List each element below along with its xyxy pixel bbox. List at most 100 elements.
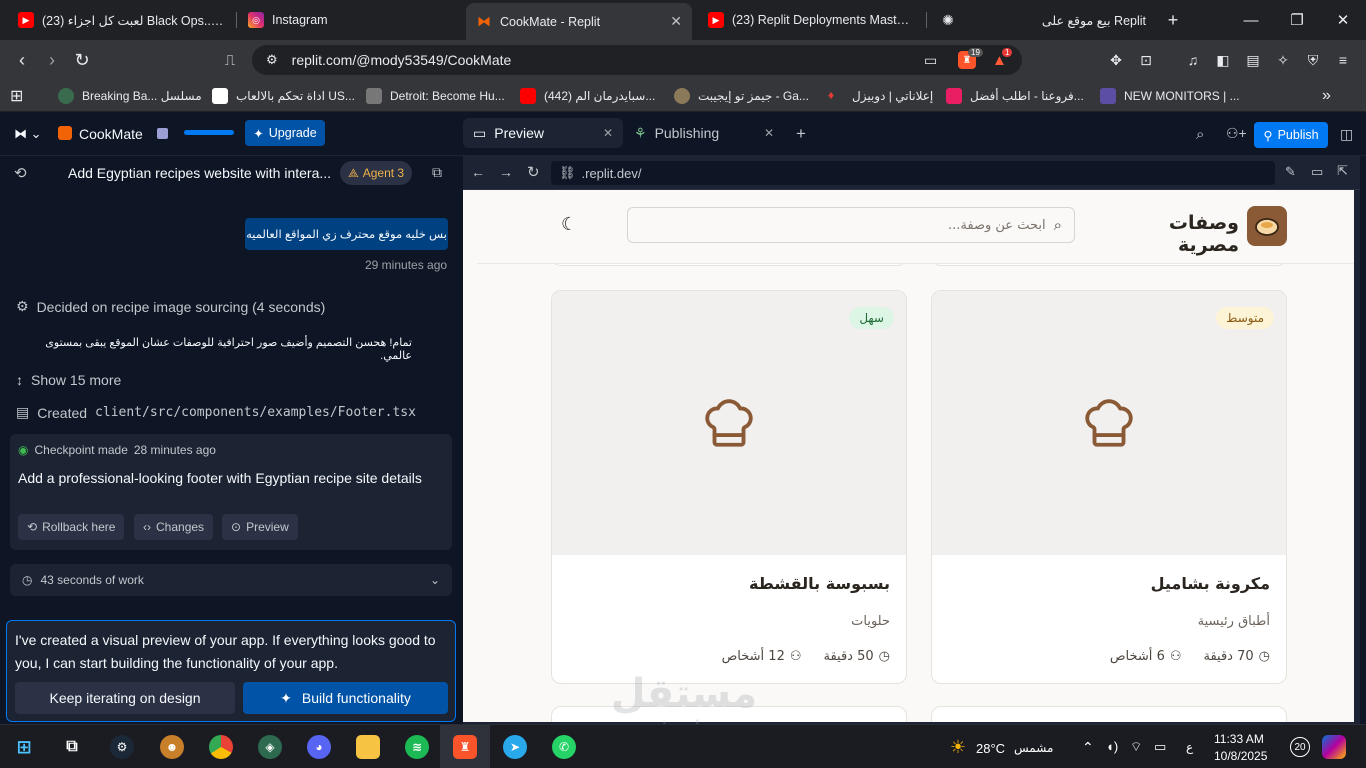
site-logo[interactable] <box>1247 206 1287 246</box>
preview-url-field[interactable]: ⛓ .replit.dev/ <box>551 161 1275 185</box>
browser-tab[interactable]: ✺ بيع موقع على Replit <box>930 5 1156 35</box>
chrome-icon[interactable] <box>209 735 233 759</box>
battery-icon[interactable]: ▭ <box>1154 739 1166 755</box>
rollback-button[interactable]: ⟲ Rollback here <box>18 514 125 540</box>
weather-desc[interactable]: مشمس <box>1014 741 1053 755</box>
clock-date[interactable]: 10/8/2025 <box>1214 749 1267 763</box>
leo-ai-icon[interactable]: ✧ <box>1273 50 1293 70</box>
search-icon[interactable]: ⌕ <box>1196 126 1204 143</box>
bookmark-item[interactable]: ♦ إعلاناتي | دوبيزل <box>828 86 933 106</box>
invite-user-icon[interactable]: ⚇+ <box>1226 125 1247 142</box>
input-language[interactable]: ع <box>1186 740 1193 754</box>
work-summary[interactable]: ◷ 43 seconds of work ⌄ <box>10 564 452 596</box>
browser-tab[interactable]: ◎ Instagram <box>238 5 464 35</box>
reload-icon[interactable]: ↻ <box>70 48 94 72</box>
new-chat-icon[interactable]: ⧉ <box>432 164 442 181</box>
tab-publishing[interactable]: ⚘ Publishing ✕ <box>624 118 784 148</box>
vpn-icon[interactable]: ⛨ <box>1303 50 1323 70</box>
close-tab-icon[interactable]: ✕ <box>764 126 774 140</box>
url-text[interactable]: replit.com/@mody53549/CookMate <box>292 52 512 68</box>
upgrade-button[interactable]: ✦ Upgrade <box>245 120 325 146</box>
maximize-button[interactable]: ❐ <box>1274 0 1320 40</box>
preview-back-icon[interactable]: ← <box>471 164 485 180</box>
device-icon[interactable]: ▭ <box>1311 164 1323 180</box>
omnibox[interactable]: ⚙ replit.com/@mody53549/CookMate ▭ ♜ 19 … <box>252 45 1022 75</box>
replit-menu-icon[interactable]: ⧓ ⌄ <box>14 126 42 142</box>
devtools-icon[interactable]: ✎ <box>1285 164 1296 180</box>
bookmark-icon[interactable]: ⎍ <box>218 48 242 72</box>
app-icon[interactable]: ◈ <box>258 735 282 759</box>
copilot-icon[interactable] <box>1322 735 1346 759</box>
dark-mode-moon-icon[interactable]: ☾ <box>561 214 577 235</box>
preview-forward-icon[interactable]: → <box>499 164 513 180</box>
weather-sun-icon[interactable]: ☀ <box>946 735 970 759</box>
wallet-icon[interactable]: ▤ <box>1243 50 1263 70</box>
task-view-icon[interactable]: ⧉ <box>60 735 84 759</box>
tray-chevron-up-icon[interactable]: ⌃ <box>1082 739 1094 756</box>
more-bookmarks-icon[interactable]: » <box>1322 86 1331 106</box>
new-tab-button[interactable]: + <box>1156 0 1190 40</box>
browser-tab-active[interactable]: ⧓ CookMate - Replit ✕ <box>466 3 692 40</box>
apps-grid-icon[interactable]: ⊞ <box>10 86 23 106</box>
search-input[interactable] <box>665 217 1046 233</box>
project-name[interactable]: CookMate <box>79 126 143 142</box>
site-title[interactable]: وصفات مصرية <box>1115 212 1239 256</box>
weather-temp[interactable]: 28°C <box>976 741 1005 756</box>
steam-icon[interactable]: ⚙ <box>110 735 134 759</box>
file-explorer-icon[interactable] <box>356 735 380 759</box>
telegram-icon[interactable]: ➤ <box>503 735 527 759</box>
keep-iterating-button[interactable]: Keep iterating on design <box>15 682 235 714</box>
chevron-down-icon[interactable]: ⌄ <box>430 573 440 587</box>
created-file-row[interactable]: ▤ Created client/src/components/examples… <box>16 404 416 421</box>
notification-count[interactable]: 20 <box>1290 737 1310 757</box>
preview-reload-icon[interactable]: ↻ <box>527 163 540 181</box>
media-icon[interactable]: ♫ <box>1183 50 1203 70</box>
site-info-icon[interactable]: ⚙ <box>266 52 278 68</box>
minimize-button[interactable]: — <box>1228 0 1274 40</box>
clock-time[interactable]: 11:33 AM <box>1214 732 1264 746</box>
close-window-button[interactable]: ✕ <box>1320 0 1366 40</box>
volume-icon[interactable]: ◖) <box>1106 739 1118 754</box>
bookmark-item[interactable]: (442) سبايدرمان الم... <box>520 86 655 106</box>
menu-icon[interactable]: ≡ <box>1333 50 1353 70</box>
bookmark-item[interactable]: جيمز تو إيجيبت - Ga... <box>674 86 809 106</box>
publish-button[interactable]: ⚲ Publish <box>1254 122 1328 148</box>
recipe-card[interactable]: سهل بسبوسة بالقشطة حلويات ◷ 50 دقيقة ⚇ 12 … <box>551 290 907 684</box>
whatsapp-icon[interactable]: ✆ <box>552 735 576 759</box>
checkpoint-preview-button[interactable]: ⊙ Preview <box>222 514 298 540</box>
back-icon[interactable]: ‹ <box>10 48 34 72</box>
preview-scrollbar[interactable] <box>1354 190 1360 722</box>
history-icon[interactable]: ⟲ <box>14 164 27 182</box>
bookmark-item[interactable]: Breaking Ba... مسلسل <box>58 86 202 106</box>
browser-tab[interactable]: ▶ (23) Replit Deployments Mastercla <box>698 5 924 35</box>
forward-icon[interactable]: › <box>40 48 64 72</box>
network-icon[interactable]: ⌔ <box>1130 739 1142 755</box>
bookmark-item[interactable]: فروعنا - اطلب أفضل... <box>946 86 1084 106</box>
game-launcher-icon[interactable]: ☻ <box>160 735 184 759</box>
tab-preview[interactable]: ▭ Preview ✕ <box>463 118 623 148</box>
bookmark-item[interactable]: NEW MONITORS | ... <box>1100 86 1240 106</box>
sidebar-icon[interactable]: ◧ <box>1213 50 1233 70</box>
bookmark-item[interactable]: Detroit: Become Hu... <box>366 86 505 106</box>
spotify-icon[interactable]: ≋ <box>405 735 429 759</box>
bookmark-item[interactable]: اداة تحكم بالالعاب US... <box>212 86 355 106</box>
changes-button[interactable]: ‹› Changes <box>134 514 214 540</box>
decision-row[interactable]: ⚙ Decided on recipe image sourcing (4 se… <box>16 298 325 315</box>
close-tab-icon[interactable]: ✕ <box>603 126 613 140</box>
open-new-window-icon[interactable]: ⇱ <box>1337 163 1348 179</box>
show-more-toggle[interactable]: ↕ Show 15 more <box>16 372 121 388</box>
extensions-icon[interactable]: ✥ <box>1106 50 1126 70</box>
windows-start-icon[interactable]: ⊞ <box>12 735 36 759</box>
agent-icon: ⟁ <box>348 165 359 180</box>
recipe-card[interactable]: متوسط مكرونة بشاميل أطباق رئيسية ◷ 70 دقي… <box>931 290 1287 684</box>
cast-icon[interactable]: ▭ <box>924 52 937 69</box>
close-tab-icon[interactable]: ✕ <box>670 13 682 30</box>
build-functionality-button[interactable]: ✦ Build functionality <box>243 682 448 714</box>
browser-tab[interactable]: ▶ (23) لعبت كل اجزاء Black Ops.. و بيتا <box>8 5 234 35</box>
new-tab-plus-icon[interactable]: + <box>796 124 806 144</box>
discord-icon[interactable]: ◕ <box>307 735 331 759</box>
layout-toggle-icon[interactable]: ◫ <box>1340 126 1353 143</box>
brave-icon[interactable]: ♜ <box>453 735 477 759</box>
search-box[interactable]: ⌕ <box>627 207 1075 243</box>
screenshot-icon[interactable]: ⊡ <box>1136 50 1156 70</box>
